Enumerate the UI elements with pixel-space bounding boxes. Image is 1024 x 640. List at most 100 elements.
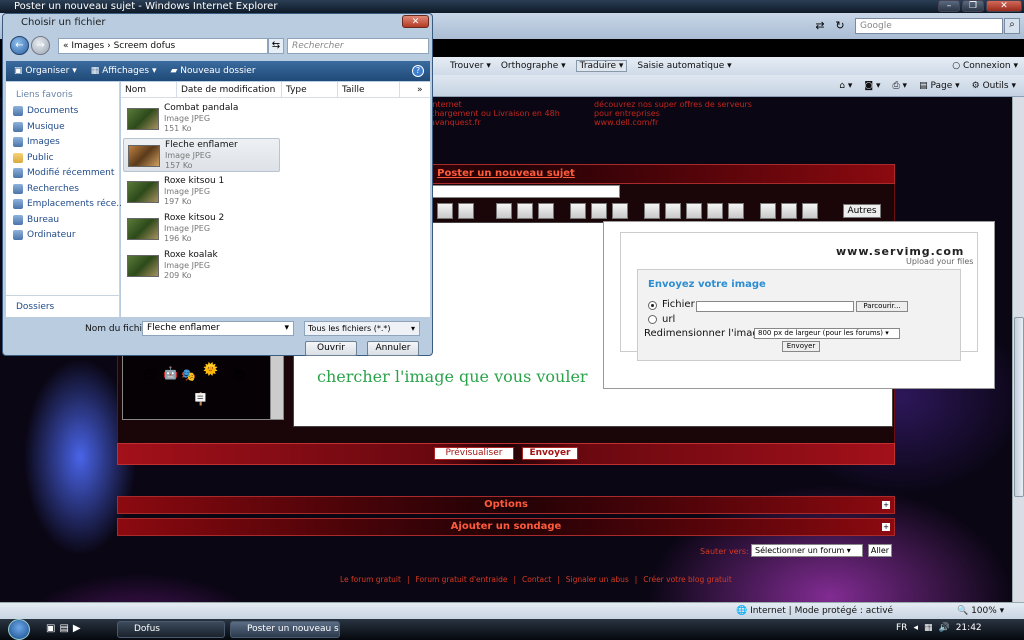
favorite-ordinateur[interactable]: Ordinateur <box>13 230 76 240</box>
footer-link[interactable]: Contact <box>522 575 551 584</box>
task-dofus[interactable]: Dofus <box>117 621 225 638</box>
list-icon[interactable] <box>496 203 512 219</box>
footer-link[interactable]: Forum gratuit d'entraide <box>416 575 508 584</box>
fichier-radio[interactable] <box>648 301 657 310</box>
page-menu[interactable]: ▤ Page ▾ <box>919 81 960 91</box>
volume-icon[interactable]: 🔊 <box>938 623 949 633</box>
align-right-icon[interactable] <box>458 203 474 219</box>
footer-link[interactable]: Créer votre blog gratuit <box>643 575 731 584</box>
quicklaunch-icon[interactable]: ▤ <box>59 623 68 634</box>
ad-left[interactable]: Internet chargement ou Livraison en 48h … <box>430 100 560 127</box>
zoom-level[interactable]: 🔍 100% ▾ <box>957 606 1004 616</box>
tray-icon[interactable]: ◂ <box>913 623 918 633</box>
smiley-icon[interactable]: 🎭 <box>181 368 196 382</box>
feeds-icon[interactable]: ◙ ▾ <box>864 81 880 91</box>
autres-button[interactable]: Autres <box>843 204 881 218</box>
dossiers-toggle[interactable]: Dossiers <box>16 302 54 312</box>
file-item[interactable]: Combat pandala Image JPEG 151 Ko <box>123 102 280 136</box>
forum-select[interactable]: Sélectionner un forum ▾ <box>751 544 863 557</box>
favorite-images[interactable]: Images <box>13 137 60 147</box>
minimize-button[interactable]: – <box>938 0 960 12</box>
url-radio[interactable] <box>648 315 657 324</box>
network-icon[interactable]: ▦ <box>924 623 933 633</box>
align-left-icon[interactable] <box>437 203 453 219</box>
traduire-button[interactable]: Traduire ▾ <box>575 60 628 72</box>
orthographe-button[interactable]: Orthographe ▾ <box>501 61 566 71</box>
host-image-icon[interactable] <box>665 203 681 219</box>
footer-link[interactable]: Signaler un abus <box>566 575 629 584</box>
language-indicator[interactable]: FR <box>896 623 907 633</box>
maximize-button[interactable]: ❐ <box>962 0 984 12</box>
refresh-icon[interactable]: ⇆ <box>268 38 284 54</box>
quicklaunch-icon[interactable]: ▣ <box>46 623 55 634</box>
options-bar[interactable]: Options + <box>117 496 895 514</box>
page-scrollbar[interactable] <box>1012 97 1024 602</box>
smiley-icon[interactable]: 😎 <box>233 368 246 382</box>
preview-button[interactable]: Prévisualiser <box>434 447 514 460</box>
outils-menu[interactable]: ⚙ Outils ▾ <box>972 81 1016 91</box>
dialog-close-button[interactable]: ✕ <box>402 15 429 28</box>
col-date[interactable]: Date de modification <box>181 85 275 95</box>
search-input[interactable]: Google <box>855 18 1003 34</box>
organiser-button[interactable]: ▣ Organiser ▾ <box>14 66 77 76</box>
table-icon[interactable] <box>612 203 628 219</box>
connexion-button[interactable]: ○ Connexion ▾ <box>952 61 1018 71</box>
font-size-icon[interactable] <box>781 203 797 219</box>
more-columns-icon[interactable]: » <box>417 85 423 95</box>
cancel-button[interactable]: Annuler <box>367 341 419 356</box>
link-icon[interactable] <box>686 203 702 219</box>
ad-right[interactable]: découvrez nos super offres de serveurs p… <box>594 100 752 127</box>
open-button[interactable]: Ouvrir <box>305 341 357 356</box>
aller-button[interactable]: Aller <box>868 544 892 557</box>
quote-icon[interactable] <box>570 203 586 219</box>
smiley-icon[interactable]: 🤖 <box>163 366 178 380</box>
favorite-musique[interactable]: Musique <box>13 122 65 132</box>
dialog-search-input[interactable]: Rechercher <box>287 38 429 54</box>
file-type-select[interactable]: Tous les fichiers (*.*) ▾ <box>304 321 420 336</box>
resize-select[interactable]: 800 px de largeur (pour les forums) ▾ <box>754 328 900 339</box>
favorite-recherches[interactable]: Recherches <box>13 184 79 194</box>
security-zone[interactable]: 🌐 Internet | Mode protégé : activé <box>736 606 893 616</box>
favorite-bureau[interactable]: Bureau <box>13 215 59 225</box>
file-input[interactable] <box>696 301 854 312</box>
servimg-send-button[interactable]: Envoyer <box>782 341 820 352</box>
survey-bar[interactable]: Ajouter un sondage + <box>117 518 895 536</box>
ordered-list-icon[interactable] <box>517 203 533 219</box>
favorite-documents[interactable]: Documents <box>13 106 78 116</box>
close-button[interactable]: ✕ <box>986 0 1022 12</box>
search-icon[interactable]: ⌕ <box>1004 18 1020 34</box>
file-item[interactable]: Roxe kitsou 2 Image JPEG 196 Ko <box>123 212 280 246</box>
refresh-icon[interactable]: ↻ <box>832 19 848 33</box>
hr-icon[interactable] <box>538 203 554 219</box>
saisie-button[interactable]: Saisie automatique ▾ <box>637 61 731 71</box>
flash-icon[interactable] <box>707 203 723 219</box>
video-icon[interactable] <box>728 203 744 219</box>
smiley-scrollbar[interactable] <box>270 345 284 420</box>
smiley-icon[interactable]: 🌞 <box>203 362 218 376</box>
col-nom[interactable]: Nom <box>125 85 146 95</box>
favorite-recent[interactable]: Modifié récemment <box>13 168 114 178</box>
subject-input[interactable] <box>420 185 620 198</box>
file-item[interactable]: Roxe kitsou 1 Image JPEG 197 Ko <box>123 175 280 209</box>
favorite-public[interactable]: Public <box>13 153 54 163</box>
expand-icon[interactable]: + <box>882 523 890 531</box>
start-button[interactable] <box>8 619 30 640</box>
breadcrumb[interactable]: « Images › Screem dofus <box>58 38 268 54</box>
forward-icon[interactable]: → <box>31 36 50 55</box>
favorite-emplacements[interactable]: Emplacements réce... <box>13 199 125 209</box>
send-button[interactable]: Envoyer <box>522 447 578 460</box>
new-folder-button[interactable]: ▰ Nouveau dossier <box>171 66 256 76</box>
file-item[interactable]: Roxe koalak Image JPEG 209 Ko <box>123 249 280 283</box>
compat-view-icon[interactable]: ⇄ <box>812 19 828 33</box>
image-icon[interactable] <box>644 203 660 219</box>
expand-icon[interactable]: + <box>882 501 890 509</box>
font-face-icon[interactable] <box>802 203 818 219</box>
trouver-button[interactable]: Trouver ▾ <box>450 61 491 71</box>
home-icon[interactable]: ⌂ ▾ <box>839 81 852 91</box>
quicklaunch-icon[interactable]: ▶ <box>73 623 81 634</box>
filename-input[interactable]: Fleche enflamer ▾ <box>142 321 294 336</box>
browse-button[interactable]: Parcourir... <box>856 301 908 312</box>
smiley-icon[interactable]: 🪧 <box>193 392 208 406</box>
font-color-icon[interactable] <box>760 203 776 219</box>
smiley-icon[interactable]: 😉 <box>143 368 156 382</box>
